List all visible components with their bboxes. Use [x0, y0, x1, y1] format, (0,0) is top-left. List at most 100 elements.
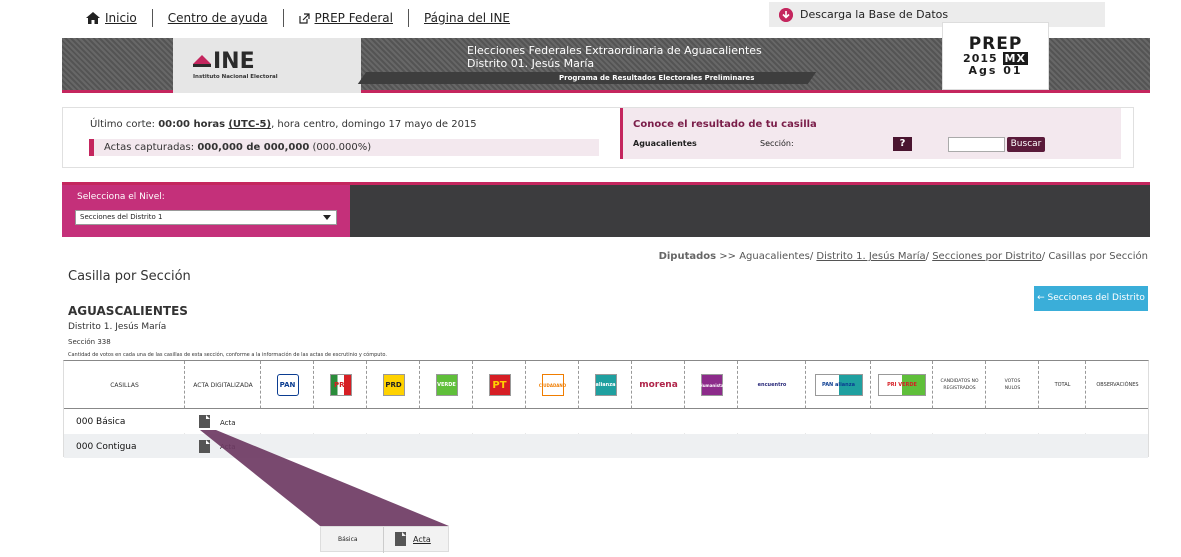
prep-logo-top: PREP	[968, 33, 1023, 54]
nav-ine-link[interactable]: Página del INE	[424, 11, 510, 25]
breadcrumb-arrow: >>	[719, 251, 737, 262]
party-pan-text: PAN	[276, 374, 299, 396]
prep-logo-year: 2015 MX	[963, 51, 1028, 65]
level-selected-value: Secciones del Distrito 1	[80, 213, 163, 221]
header-casillas: CASILLAS	[110, 381, 139, 389]
document-icon[interactable]	[199, 440, 210, 453]
nav-prep-federal-label: PREP Federal	[314, 11, 393, 25]
header-total: TOTAL	[1054, 381, 1071, 388]
nav-prep-federal-link[interactable]: PREP Federal	[298, 11, 393, 25]
row-contigua-acta-link[interactable]: Acta	[220, 443, 236, 451]
page-title: Casilla por Sección	[68, 269, 191, 284]
casilla-search-panel: Conoce el resultado de tu casilla Aguaca…	[620, 108, 1121, 159]
header-acta: ACTA DIGITALIZADA	[193, 381, 253, 389]
election-title-line2: Distrito 01. Jesús María	[467, 57, 595, 70]
breadcrumb-district-link[interactable]: Distrito 1. Jesús María	[816, 251, 925, 262]
cut-time: 00:00 horas	[158, 119, 226, 130]
casilla-state-label: Aguacalientes	[633, 139, 697, 148]
sections-district-button[interactable]: ← Secciones del Distrito	[1034, 286, 1148, 311]
document-icon[interactable]	[395, 532, 406, 546]
cut-suffix: , hora centro, domingo 17 mayo de 2015	[271, 119, 477, 130]
party-verde-logo: VERDE	[420, 361, 473, 409]
level-band: Selecciona el Nivel: Secciones del Distr…	[62, 182, 1150, 237]
section-name: Sección 338	[68, 338, 111, 346]
prep-mx-text: MX	[1002, 51, 1028, 65]
level-panel: Selecciona el Nivel: Secciones del Distr…	[62, 185, 350, 237]
prep-year-text: 2015	[963, 51, 998, 65]
help-button[interactable]: ?	[893, 137, 912, 151]
zoom-basica-label: Básica	[338, 536, 358, 543]
nav-inicio-link[interactable]: Inicio	[86, 11, 137, 25]
section-input[interactable]	[948, 137, 1005, 152]
party-ciudadano-text: CIUDADANO	[539, 374, 566, 396]
party-ciudadano-logo: CIUDADANO	[526, 361, 579, 409]
document-icon[interactable]	[199, 415, 210, 428]
party-prd-logo: PRD	[367, 361, 420, 409]
coalition-pri-verde-logo: PRI VERDE	[871, 361, 933, 409]
breadcrumb-sections-link[interactable]: Secciones por Distrito	[932, 251, 1042, 262]
votes-description: Cantidad de votos en cada una de las cas…	[68, 352, 387, 358]
party-morena-logo: morena	[632, 361, 685, 409]
program-name: Programa de Resultados Electorales Preli…	[559, 74, 755, 82]
external-link-icon	[298, 12, 310, 24]
prep-logo-ags: Ags 01	[968, 63, 1023, 77]
state-name: AGUASCALIENTES	[68, 304, 188, 318]
header-observaciones: OBSERVACIÓNES	[1096, 381, 1139, 388]
row-contigua-label: 000 Contigua	[76, 442, 137, 452]
cut-timezone-link[interactable]: (UTC-5)	[228, 119, 271, 130]
party-pt-text: PT	[488, 374, 511, 396]
status-box: Último corte: 00:00 horas (UTC-5), hora …	[62, 107, 1134, 168]
party-pri-logo: PRI	[314, 361, 367, 409]
cut-prefix: Último corte:	[90, 119, 159, 130]
nav-separator	[151, 9, 153, 27]
zoom-callout: Básica Acta	[320, 526, 449, 553]
top-nav: Inicio Centro de ayuda PREP Federal Pági…	[86, 8, 510, 28]
search-button[interactable]: Buscar	[1007, 137, 1045, 152]
election-title-line1: Elecciones Federales Extraordinaria de A…	[467, 44, 762, 57]
actas-count: 000,000 de 000,000	[197, 142, 310, 153]
coalition-pan-alianza-text: PAN alianza	[814, 374, 863, 396]
row-basica-label: 000 Básica	[76, 417, 126, 427]
level-label: Selecciona el Nivel:	[77, 192, 165, 202]
ine-logo-text: INE	[213, 48, 255, 74]
actas-prefix: Actas capturadas:	[104, 142, 198, 153]
ine-logo[interactable]: INE Instituto Nacional Electoral	[173, 38, 361, 93]
row-basica-acta-link[interactable]: Acta	[220, 419, 236, 427]
election-title: Elecciones Federales Extraordinaria de A…	[467, 44, 762, 70]
party-alianza-text: alianza	[594, 374, 617, 396]
party-pt-logo: PT	[473, 361, 526, 409]
download-label: Descarga la Base de Datos	[800, 8, 949, 21]
district-name: Distrito 1. Jesús María	[68, 322, 167, 332]
casilla-search-title: Conoce el resultado de tu casilla	[633, 119, 817, 130]
prep-logo: PREP 2015 MX Ags 01	[942, 22, 1049, 90]
party-morena-text: morena	[639, 379, 678, 390]
party-encuentro-text: encuentro	[757, 381, 787, 388]
breadcrumb-tail: / Casillas por Sección	[1041, 251, 1148, 262]
party-encuentro-logo: encuentro	[738, 361, 806, 409]
breadcrumb-root: Diputados	[658, 251, 717, 262]
nav-separator	[407, 9, 409, 27]
actas-percent: (000.000%)	[309, 142, 372, 153]
nav-separator	[282, 9, 284, 27]
home-icon	[86, 12, 100, 24]
zoom-divider	[383, 527, 384, 553]
nav-inicio-label: Inicio	[105, 11, 137, 25]
breadcrumb-slash: /	[925, 251, 930, 262]
casilla-section-label: Sección:	[760, 139, 794, 148]
header-nulos: VOTOS NULOS	[1004, 379, 1021, 391]
party-humanista-logo: Humanista	[685, 361, 738, 409]
votes-table: CASILLAS ACTA DIGITALIZADA PAN PRI PRD V…	[63, 360, 1149, 458]
party-prd-text: PRD	[382, 374, 405, 396]
actas-captured-bar: Actas capturadas: 000,000 de 000,000 (00…	[89, 139, 599, 156]
header-no-registrados: CANDIDATOS NO REGISTRADOS	[940, 379, 979, 391]
nav-ayuda-link[interactable]: Centro de ayuda	[168, 11, 268, 25]
party-alianza-logo: alianza	[579, 361, 632, 409]
party-humanista-text: Humanista	[699, 374, 724, 396]
zoom-acta-link[interactable]: Acta	[413, 535, 431, 544]
ine-diamond-icon	[193, 54, 211, 67]
breadcrumb-state: Aguacalientes/	[739, 251, 814, 262]
coalition-pri-verde-text: PRI VERDE	[878, 374, 926, 396]
party-pri-text: PRI	[329, 374, 352, 396]
download-database-button[interactable]: Descarga la Base de Datos	[769, 2, 1105, 27]
level-select[interactable]: Secciones del Distrito 1	[75, 210, 337, 225]
